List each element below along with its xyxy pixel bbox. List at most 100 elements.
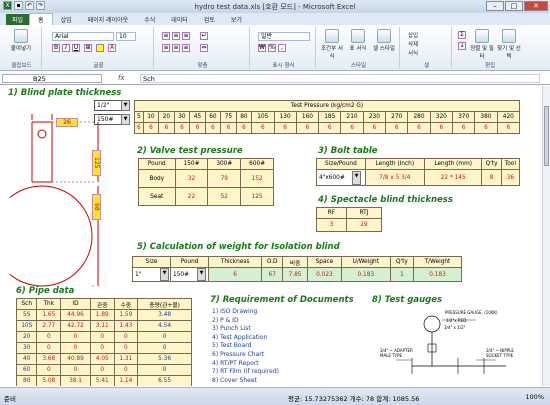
styles-group-label: 스타일	[350, 63, 367, 69]
pipe-cell: 0	[60, 364, 91, 376]
scrollbar-thumb[interactable]	[544, 106, 549, 166]
formula-input[interactable]: Sch	[140, 74, 540, 83]
align-top-button[interactable]: ≡	[162, 32, 170, 40]
pipe-header: ID	[60, 298, 91, 310]
border-button[interactable]: ⊞	[84, 44, 92, 52]
tab-home[interactable]: 홈	[29, 13, 53, 25]
table-format-button[interactable]: 표 서식	[346, 29, 370, 52]
pipe-cell: 5.41	[89, 375, 115, 386]
valve-cell: 52	[207, 187, 242, 206]
find-select-button[interactable]: 찾기 및 선택	[496, 29, 522, 60]
delete-cells-button[interactable]: 삭제	[408, 40, 418, 48]
minimize-icon[interactable]: –	[486, 1, 504, 11]
fill-icon[interactable]: ↓	[458, 42, 466, 50]
gauge-label-2: 1/2"x RED.	[446, 318, 468, 323]
autosum-icon[interactable]: Σ	[458, 31, 466, 39]
tab-data[interactable]: 데이터	[163, 14, 196, 25]
currency-button[interactable]: ₩	[258, 44, 266, 52]
section-gauges-title: 8) Test gauges	[372, 295, 443, 305]
thickness-cell: 6	[362, 122, 387, 134]
tab-insert[interactable]: 삽입	[53, 14, 80, 25]
pipe-cell: 5.08	[36, 375, 62, 386]
thickness-cell: 6	[273, 122, 297, 134]
blind-rating-dropdown-icon[interactable]: ▼	[121, 114, 130, 125]
format-cells-button[interactable]: 서식	[408, 49, 418, 57]
comma-button[interactable]: ,	[278, 44, 286, 52]
align-right-button[interactable]: ≡	[182, 44, 190, 52]
font-name-select[interactable]: Arial	[52, 32, 114, 41]
bolt-header: Tool	[500, 158, 521, 170]
tab-review[interactable]: 검토	[196, 14, 223, 25]
blind-size-dropdown-icon[interactable]: ▼	[121, 100, 130, 111]
font-color-button[interactable]: A	[108, 44, 116, 52]
pipe-sch-cell: 30	[15, 342, 38, 354]
align-middle-button[interactable]: ≡	[172, 32, 180, 40]
bolt-header: Q'ty	[481, 158, 502, 170]
italic-button[interactable]: I	[62, 44, 70, 52]
close-icon[interactable]: ✕	[524, 1, 548, 11]
cell-style-button[interactable]: 셀 스타일	[372, 29, 396, 52]
status-stats: 평균: 15.73275362 개수: 78 합계: 1085.56	[288, 395, 420, 403]
tab-file[interactable]: 파일	[6, 14, 30, 25]
pressure-row: 5 10 20 30 45 60 75 80 105 130 160 185 210 230 270 280 3…	[134, 111, 521, 123]
font-size-select[interactable]: 10	[116, 32, 136, 41]
pressure-cell: 230	[362, 111, 387, 123]
calc-header: U/Weight	[340, 256, 391, 268]
name-box[interactable]: B25	[2, 74, 102, 83]
dim-top-label: 26	[56, 118, 78, 127]
pressure-cell: 60	[204, 111, 222, 123]
number-format-select[interactable]: 일반	[258, 32, 310, 41]
merge-button[interactable]: ⇔	[200, 44, 208, 52]
title-bar: X ▪ ↶ ↷ hydro test data.xls [호환 모드] - Mi…	[0, 0, 550, 13]
thickness-cell: 6	[318, 122, 342, 134]
pipe-cell: 40.89	[60, 353, 91, 365]
bolt-size-dropdown-icon[interactable]: ▼	[352, 171, 361, 185]
insert-cells-button[interactable]: 삽입	[408, 31, 418, 39]
pressure-cell: 10	[142, 111, 160, 123]
spectacle-header-rf: RF	[316, 207, 347, 219]
calc-thickness: 6	[207, 267, 263, 282]
valve-cell: 125	[240, 187, 274, 206]
conditional-format-button[interactable]: 조건부 서식	[320, 29, 344, 60]
worksheet[interactable]: 1) Blind plate thickness 1/2" ▼ 150# ▼ T…	[0, 86, 542, 386]
vertical-scrollbar[interactable]	[542, 86, 550, 386]
paste-button[interactable]: 붙여넣기	[6, 29, 36, 52]
fill-color-button[interactable]	[96, 44, 104, 52]
zoom-level[interactable]: 100%	[525, 393, 544, 401]
underline-button[interactable]: U	[72, 44, 80, 52]
tab-view[interactable]: 보기	[223, 14, 250, 25]
pipe-cell: 1.59	[113, 309, 139, 321]
thickness-cell: 6	[496, 122, 521, 134]
pipe-cell: 1.89	[89, 309, 115, 321]
align-bottom-button[interactable]: ≡	[182, 32, 190, 40]
pipe-cell: 0	[89, 364, 115, 376]
spectacle-header-rtj: RTJ	[345, 207, 383, 219]
calc-size-dropdown-icon[interactable]: ▼	[160, 268, 169, 281]
pipe-sch-cell: 5S	[15, 309, 38, 321]
wrap-text-button[interactable]: ↵	[200, 32, 208, 40]
align-center-button[interactable]: ≡	[172, 44, 180, 52]
maximize-icon[interactable]: □	[505, 1, 523, 11]
percent-button[interactable]: %	[268, 44, 276, 52]
gauge-label-7: SOCKET TYPE	[486, 353, 514, 358]
doc-item: 7) RT Film (if required)	[212, 368, 279, 376]
alignment-group: ≡ ≡ ≡ ≡ ≡ ≡ ↵ ⇔ 맞춤	[156, 27, 250, 69]
tab-page-layout[interactable]: 페이지 레이아웃	[80, 14, 137, 25]
fx-icon[interactable]: fx	[118, 74, 125, 82]
bold-button[interactable]: B	[52, 44, 60, 52]
calc-pound-dropdown-icon[interactable]: ▼	[197, 268, 206, 281]
pressure-cell: 80	[235, 111, 253, 123]
pipe-cell: 6.55	[137, 375, 192, 386]
tab-formulas[interactable]: 수식	[136, 14, 163, 25]
pipe-cell: 0	[36, 331, 62, 343]
blind-plate-drawing	[10, 114, 99, 287]
pipe-cell: 1.14	[113, 375, 139, 386]
align-left-button[interactable]: ≡	[162, 44, 170, 52]
pipe-cell: 0	[36, 342, 62, 354]
bolt-header: Length (Inch)	[364, 158, 425, 170]
sort-filter-button[interactable]: 정렬 및 필터	[470, 29, 494, 60]
table-row: 60 0 0 0 0 0	[15, 364, 192, 376]
calc-qty[interactable]: 1	[389, 267, 415, 282]
thickness-cell: 6	[385, 122, 409, 134]
pipe-cell: 5.36	[137, 353, 192, 365]
